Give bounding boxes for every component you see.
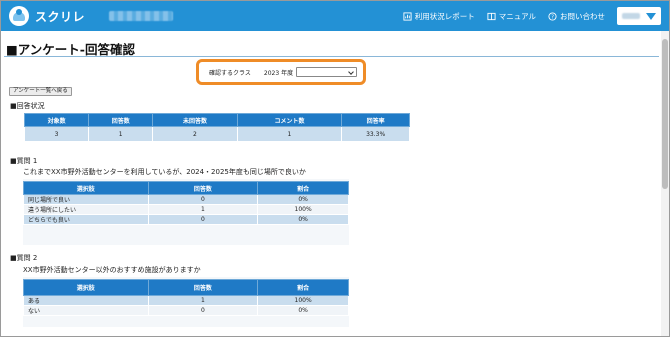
table-row: ない 0 0% xyxy=(23,305,349,316)
status-heading: ■回答状況 xyxy=(10,102,45,110)
q2-col-count: 回答数 xyxy=(147,279,259,296)
q2-row2-choice: ない xyxy=(23,305,149,316)
title-divider xyxy=(4,56,659,57)
q2-row1-choice: ある xyxy=(23,295,149,306)
question-1-heading: ■質問 1 xyxy=(10,157,38,165)
q2-col-choice: 選択肢 xyxy=(23,279,149,296)
back-to-list-button[interactable]: アンケート一覧へ戻る xyxy=(9,87,72,96)
scrollbar-thumb[interactable] xyxy=(662,39,668,189)
q1-row3-choice: どちらでも良い xyxy=(23,214,149,225)
nav-contact[interactable]: ? お問い合わせ xyxy=(548,11,605,22)
year-label: 2023 年度 xyxy=(263,69,294,77)
q1-row1-ratio: 0% xyxy=(257,194,349,205)
class-selector-box: 確認するクラス 2023 年度 xyxy=(196,59,366,85)
table-row: 同じ場所で良い 0 0% xyxy=(23,194,349,205)
status-col-answered: 回答数 xyxy=(88,113,154,127)
question-1-text: これまでXX市野外活動センターを利用しているが、2024・2025年度も同じ場所… xyxy=(23,168,306,176)
q1-col-ratio: 割合 xyxy=(257,181,349,195)
q1-col-count: 回答数 xyxy=(147,181,259,195)
status-rate-value: 33.3% xyxy=(341,126,410,142)
nav-manual-label: マニュアル xyxy=(498,11,536,21)
nav-usage-report[interactable]: 利用状況レポート xyxy=(403,11,475,22)
table-row: 違う場所にしたい 1 100% xyxy=(23,204,349,215)
table-row: ある 1 100% xyxy=(23,295,349,306)
table-row: どちらでも良い 0 0% xyxy=(23,214,349,225)
question-2-table: 選択肢 回答数 割合 ある 1 100% ない 0 0% xyxy=(23,279,349,316)
question-2-text: XX市野外活動センター以外のおすすめ施設がありますか xyxy=(23,266,201,274)
help-icon: ? xyxy=(548,11,557,20)
nav-contact-label: お問い合わせ xyxy=(560,11,605,21)
status-col-target: 対象数 xyxy=(23,113,90,127)
q1-row2-ratio: 100% xyxy=(257,204,349,215)
report-icon xyxy=(403,11,412,21)
blurred-school-name xyxy=(109,11,174,21)
status-unanswered-value: 2 xyxy=(152,126,238,142)
status-header-row: 対象数 回答数 未回答数 コメント数 回答率 xyxy=(23,113,410,127)
question-1-table: 選択肢 回答数 割合 同じ場所で良い 0 0% 違う場所にしたい 1 100% … xyxy=(23,181,349,225)
status-comments-value: 1 xyxy=(236,126,343,142)
app-name: スクリレ xyxy=(35,9,86,24)
caret-down-icon xyxy=(646,12,656,20)
class-select[interactable] xyxy=(296,67,358,77)
q2-row2-count: 0 xyxy=(147,305,259,316)
status-target-value: 3 xyxy=(23,126,90,142)
q1-row3-count: 0 xyxy=(147,214,259,225)
browser-viewport: スクリレ 利用状況レポート マニュアル ? お問い合わせ ■アンケート-回答確認… xyxy=(0,0,670,337)
status-col-rate: 回答率 xyxy=(341,113,410,127)
q2-col-ratio: 割合 xyxy=(257,279,349,296)
q2-row1-count: 1 xyxy=(147,295,259,306)
header-nav: 利用状況レポート マニュアル ? お問い合わせ xyxy=(391,1,661,31)
app-logo[interactable]: スクリレ xyxy=(9,6,85,26)
q2-row1-ratio: 100% xyxy=(257,295,349,306)
question-2-heading: ■質問 2 xyxy=(10,254,38,262)
user-menu-button[interactable] xyxy=(617,7,661,25)
book-icon xyxy=(487,12,496,20)
status-answered-value: 1 xyxy=(88,126,154,142)
q1-row2-choice: 違う場所にしたい xyxy=(23,204,149,215)
q1-row2-count: 1 xyxy=(147,204,259,215)
q1-col-choice: 選択肢 xyxy=(23,181,149,195)
nav-usage-report-label: 利用状況レポート xyxy=(414,11,475,21)
q2-row2-ratio: 0% xyxy=(257,305,349,316)
svg-text:?: ? xyxy=(551,14,554,20)
class-label: 確認するクラス xyxy=(209,69,251,77)
q1-row3-ratio: 0% xyxy=(257,214,349,225)
logo-icon xyxy=(9,6,29,26)
q2-header-row: 選択肢 回答数 割合 xyxy=(23,279,349,296)
top-header: スクリレ 利用状況レポート マニュアル ? お問い合わせ xyxy=(1,1,669,31)
status-values-row: 3 1 2 1 33.3% xyxy=(23,126,410,142)
q1-row1-count: 0 xyxy=(147,194,259,205)
q1-header-row: 選択肢 回答数 割合 xyxy=(23,181,349,195)
nav-manual[interactable]: マニュアル xyxy=(487,11,536,22)
status-table: 対象数 回答数 未回答数 コメント数 回答率 3 1 2 1 33.3% xyxy=(23,113,410,142)
q1-row1-choice: 同じ場所で良い xyxy=(23,194,149,205)
blurred-user-name xyxy=(622,13,640,19)
status-col-comments: コメント数 xyxy=(236,113,343,127)
status-col-unanswered: 未回答数 xyxy=(152,113,238,127)
